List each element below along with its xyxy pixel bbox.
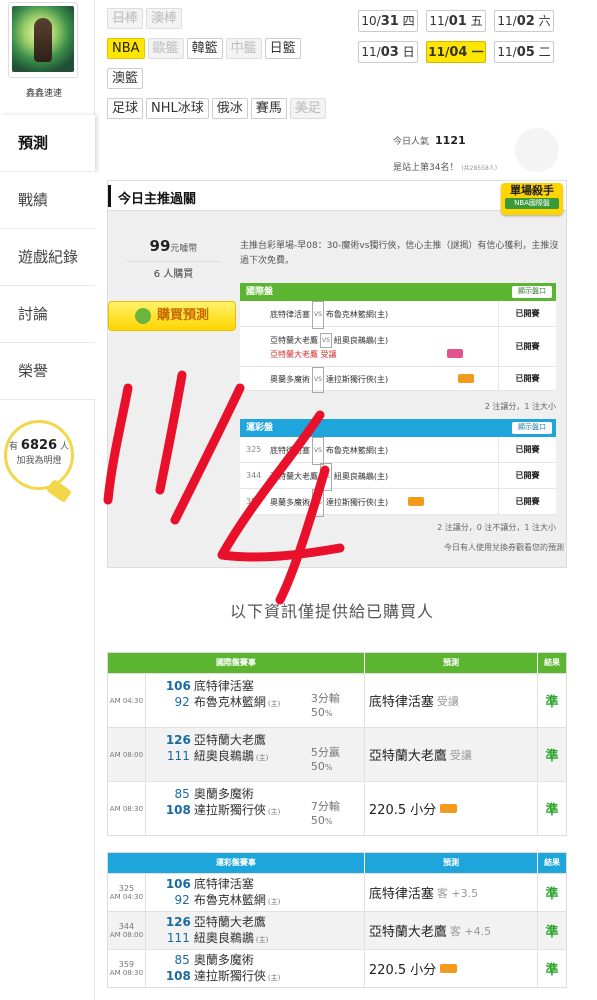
price: 99元噱幣 — [149, 237, 198, 255]
intl-mini-header: 國際盤 顯示盤口 — [240, 283, 556, 301]
filter-au-baseball[interactable]: 澳棒 — [146, 8, 183, 29]
tag-icon — [446, 349, 463, 358]
intl-mini-table: 國際盤 顯示盤口 底特律活塞 VS 布魯克林籃網(主) 已開賽 亞特蘭大老鷹 VS 紐奧… — [240, 283, 556, 393]
sidebar-item-discussion[interactable]: 討論 — [0, 286, 95, 343]
result-mark: 準 — [545, 695, 559, 710]
filter-soccer[interactable]: 足球 — [107, 98, 144, 119]
badge-line2: NBA國際盤 — [505, 198, 559, 209]
date-tab-1103[interactable]: 11/03 日 — [358, 41, 418, 63]
show-odds-button[interactable]: 顯示盤口 — [512, 422, 552, 434]
intl-summary: 2 注讓分，1 注大小 — [484, 402, 556, 411]
popularity: 今日人氣 1121 — [393, 134, 466, 147]
sidebar-item-game-log[interactable]: 遊戲紀錄 — [0, 229, 95, 286]
filter-eu-basketball[interactable]: 歐籃 — [147, 38, 184, 59]
filter-row-4: 足球 NHL冰球 俄冰 賽馬 美足 — [107, 98, 347, 122]
buyer-count: 6 人購買 — [126, 261, 221, 280]
price-box: 99元噱幣 6 人購買 — [126, 237, 221, 280]
tag-icon — [440, 804, 458, 813]
user-name: 鑫鑫速速 — [25, 89, 62, 99]
buy-prediction-button[interactable]: 購買預測 — [108, 301, 236, 331]
voucher-note: 今日有人使用兌換券觀看您的預測 — [444, 543, 564, 552]
filter-jp-basketball[interactable]: 日籃 — [264, 38, 301, 59]
bulb-base — [45, 478, 73, 504]
todays-pick-panel: 今日主推過關 單場殺手 NBA國際盤 99元噱幣 6 人購買 購買預測 主推台彩… — [107, 180, 567, 568]
table-row: 325 AM 04:30 106 底特律活塞 92 布魯克林籃網 (主) 底特律活塞客 … — [108, 873, 566, 911]
result-mark: 準 — [545, 925, 559, 940]
list-item: 底特律活塞 VS 布魯克林籃網(主) 已開賽 — [240, 301, 556, 329]
filter-row-2: NBA 歐籃 韓籃 中籃 日籃 — [107, 38, 347, 62]
table-row: AM 08:00 126 亞特蘭大老鷹 111 紐奧良鵜鶘 (主) 5分贏 50% 亞特… — [108, 727, 566, 781]
list-item: 325 底特律活塞 VS 布魯克林籃網(主) 已開賽 — [240, 437, 556, 465]
rank-main: 是站上第34名！ — [393, 163, 459, 173]
date-tab-1101[interactable]: 11/01 五 — [426, 10, 486, 32]
list-item: 奧蘭多魔術 VS 達拉斯獨行俠(主) 已開賽 — [240, 367, 556, 393]
side-menu: 預測 戰績 遊戲紀錄 討論 榮譽 — [0, 115, 95, 400]
bulb-prefix: 有 — [9, 442, 19, 452]
popularity-label: 今日人氣 — [393, 137, 430, 147]
rank-text: 是站上第34名！ (共28558人) — [393, 160, 497, 173]
table-row: 359 AM 08:30 85 奧蘭多魔術 108 達拉斯獨行俠 (主) 220.5 小… — [108, 949, 566, 987]
result-mark: 準 — [545, 749, 559, 764]
lottery-mini-header: 運彩盤 顯示盤口 — [240, 419, 556, 437]
purchaser-only-notice: 以下資訊僅提供給已購買人 — [229, 602, 434, 621]
filter-horse-racing[interactable]: 賽馬 — [250, 98, 287, 119]
avatar-image — [12, 6, 74, 72]
date-tab-1105[interactable]: 11/05 二 — [494, 41, 554, 63]
avatar[interactable] — [8, 2, 78, 78]
pick-header: 今日主推過關 單場殺手 NBA國際盤 — [108, 181, 566, 215]
follow-lightbulb[interactable]: 有 6826 人 加我為明燈 — [4, 420, 76, 504]
filter-am-football[interactable]: 美足 — [289, 98, 326, 119]
table-row: AM 04:30 106 底特律活塞 92 布魯克林籃網 (主) 3分輸 50% 底特律… — [108, 673, 566, 727]
sidebar-item-honors[interactable]: 榮譽 — [0, 343, 95, 400]
filter-cn-basketball[interactable]: 中籃 — [225, 38, 262, 59]
main-content: 日棒 澳棒 NBA 歐籃 韓籃 中籃 日籃 澳籃 足球 NHL冰球 俄冰 賽馬 美足 10/31 … — [95, 0, 597, 1000]
league-filters: 日棒 澳棒 NBA 歐籃 韓籃 中籃 日籃 澳籃 足球 NHL冰球 俄冰 賽馬 美足 — [107, 8, 347, 128]
buy-label: 購買預測 — [156, 308, 209, 323]
table-header: 國際盤賽事 預測 結果 — [108, 653, 566, 673]
lottery-mini-table: 運彩盤 顯示盤口 325 底特律活塞 VS 布魯克林籃網(主) 已開賽 344 亞特… — [240, 419, 556, 517]
rank-total: (共28558人) — [461, 165, 498, 172]
single-game-killer-badge: 單場殺手 NBA國際盤 — [501, 183, 563, 215]
popularity-value: 1121 — [435, 134, 466, 147]
list-item: 亞特蘭大老鷹 VS 紐奧良鵜鶘(主) 亞特蘭大老鷹 受讓 已開賽 — [240, 327, 556, 367]
intl-results-table: 國際盤賽事 預測 結果 AM 04:30 106 底特律活塞 92 布魯克林籃網 (主… — [107, 652, 567, 836]
list-item: 344 亞特蘭大老鷹 VS 紐奧良鵜鶘(主) 已開賽 — [240, 463, 556, 491]
sidebar-item-predictions[interactable]: 預測 — [0, 115, 95, 172]
follower-count: 6826 — [20, 438, 58, 453]
tag-icon — [408, 497, 425, 506]
tag-icon — [440, 964, 458, 973]
filter-nhl[interactable]: NHL冰球 — [146, 98, 209, 119]
date-tab-1102[interactable]: 11/02 六 — [494, 10, 554, 32]
sidebar: 鑫鑫速速 預測 戰績 遊戲紀錄 討論 榮譽 有 6826 人 加我為明燈 — [0, 0, 95, 1000]
filter-jp-baseball[interactable]: 日棒 — [107, 8, 144, 29]
list-item: 359 奧蘭多魔術 VS 達拉斯獨行俠(主) 已開賽 — [240, 489, 556, 517]
lottery-summary: 2 注讓分，0 注不讓分，1 注大小 — [437, 523, 556, 532]
filter-nba[interactable]: NBA — [107, 38, 145, 59]
table-row: AM 08:30 85 奧蘭多魔術 108 達拉斯獨行俠 (主) 7分輸 50% 220… — [108, 781, 566, 835]
lightbulb-icon: 有 6826 人 加我為明燈 — [4, 420, 74, 490]
table-header: 運彩盤賽事 預測 結果 — [108, 853, 566, 873]
lottery-results-table: 運彩盤賽事 預測 結果 325 AM 04:30 106 底特律活塞 92 布魯克林籃… — [107, 852, 567, 988]
date-tab-1104[interactable]: 11/04 一 — [426, 41, 486, 63]
pick-description: 主推台彩單場-早08：30-魔術vs獨行俠，信心主推（謎揭）有信心獲利，主推沒過… — [240, 241, 559, 266]
result-mark: 準 — [545, 963, 559, 978]
bulb-suffix: 人 — [59, 442, 69, 452]
tag-icon — [458, 374, 475, 383]
trophy-watermark-icon — [515, 128, 559, 172]
table-row: 344 AM 08:00 126 亞特蘭大老鷹 111 紐奧良鵜鶘 (主) 亞特蘭大老鷹… — [108, 911, 566, 949]
sidebar-item-record[interactable]: 戰績 — [0, 172, 95, 229]
filter-ru-hockey[interactable]: 俄冰 — [211, 98, 248, 119]
result-mark: 準 — [545, 803, 559, 818]
filter-row-1: 日棒 澳棒 — [107, 8, 347, 32]
filter-kr-basketball[interactable]: 韓籃 — [186, 38, 223, 59]
result-mark: 準 — [545, 887, 559, 902]
coin-icon — [134, 307, 151, 324]
filter-au-basketball[interactable]: 澳籃 — [107, 68, 144, 89]
date-tab-1031[interactable]: 10/31 四 — [358, 10, 418, 32]
pick-title: 今日主推過關 — [118, 192, 197, 207]
show-odds-button[interactable]: 顯示盤口 — [512, 286, 552, 298]
filter-row-3: 澳籃 — [107, 68, 347, 92]
bulb-line2: 加我為明燈 — [16, 456, 62, 466]
badge-line1: 單場殺手 — [510, 184, 554, 197]
